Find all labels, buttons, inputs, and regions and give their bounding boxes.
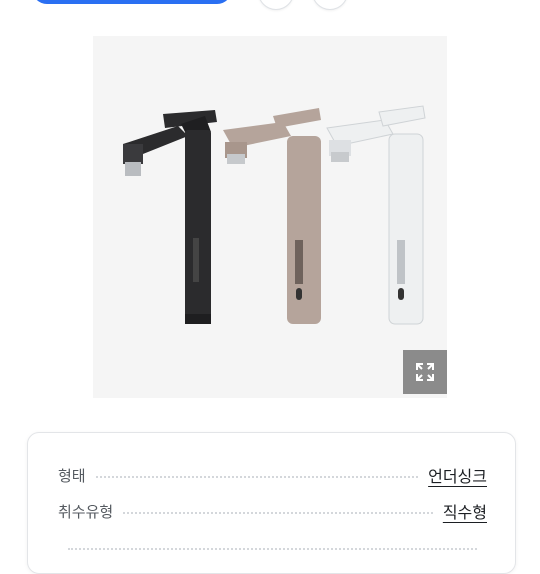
spec-row-cutoff xyxy=(58,532,487,562)
circle-button[interactable] xyxy=(258,0,294,10)
spec-row-type: 형태 언더싱크 xyxy=(58,460,487,490)
faucet-black xyxy=(123,110,217,324)
spec-value-link[interactable]: 직수형 xyxy=(443,499,487,523)
faucet-white xyxy=(326,105,426,325)
faucet-beige xyxy=(223,108,321,324)
spec-row-intake: 취수유형 직수형 xyxy=(58,496,487,526)
product-image xyxy=(93,36,447,398)
dotted-leader xyxy=(95,476,419,478)
circle-button[interactable] xyxy=(312,0,348,10)
spec-label: 형태 xyxy=(58,466,86,485)
primary-action-button[interactable] xyxy=(32,0,232,4)
spec-value-link[interactable]: 언더싱크 xyxy=(428,463,487,487)
spec-label: 취수유형 xyxy=(58,502,114,521)
dotted-leader xyxy=(68,548,477,550)
spec-card: 형태 언더싱크 취수유형 직수형 xyxy=(27,432,516,574)
dotted-leader xyxy=(123,512,433,514)
zoom-button[interactable] xyxy=(403,350,447,394)
expand-icon xyxy=(416,363,434,381)
